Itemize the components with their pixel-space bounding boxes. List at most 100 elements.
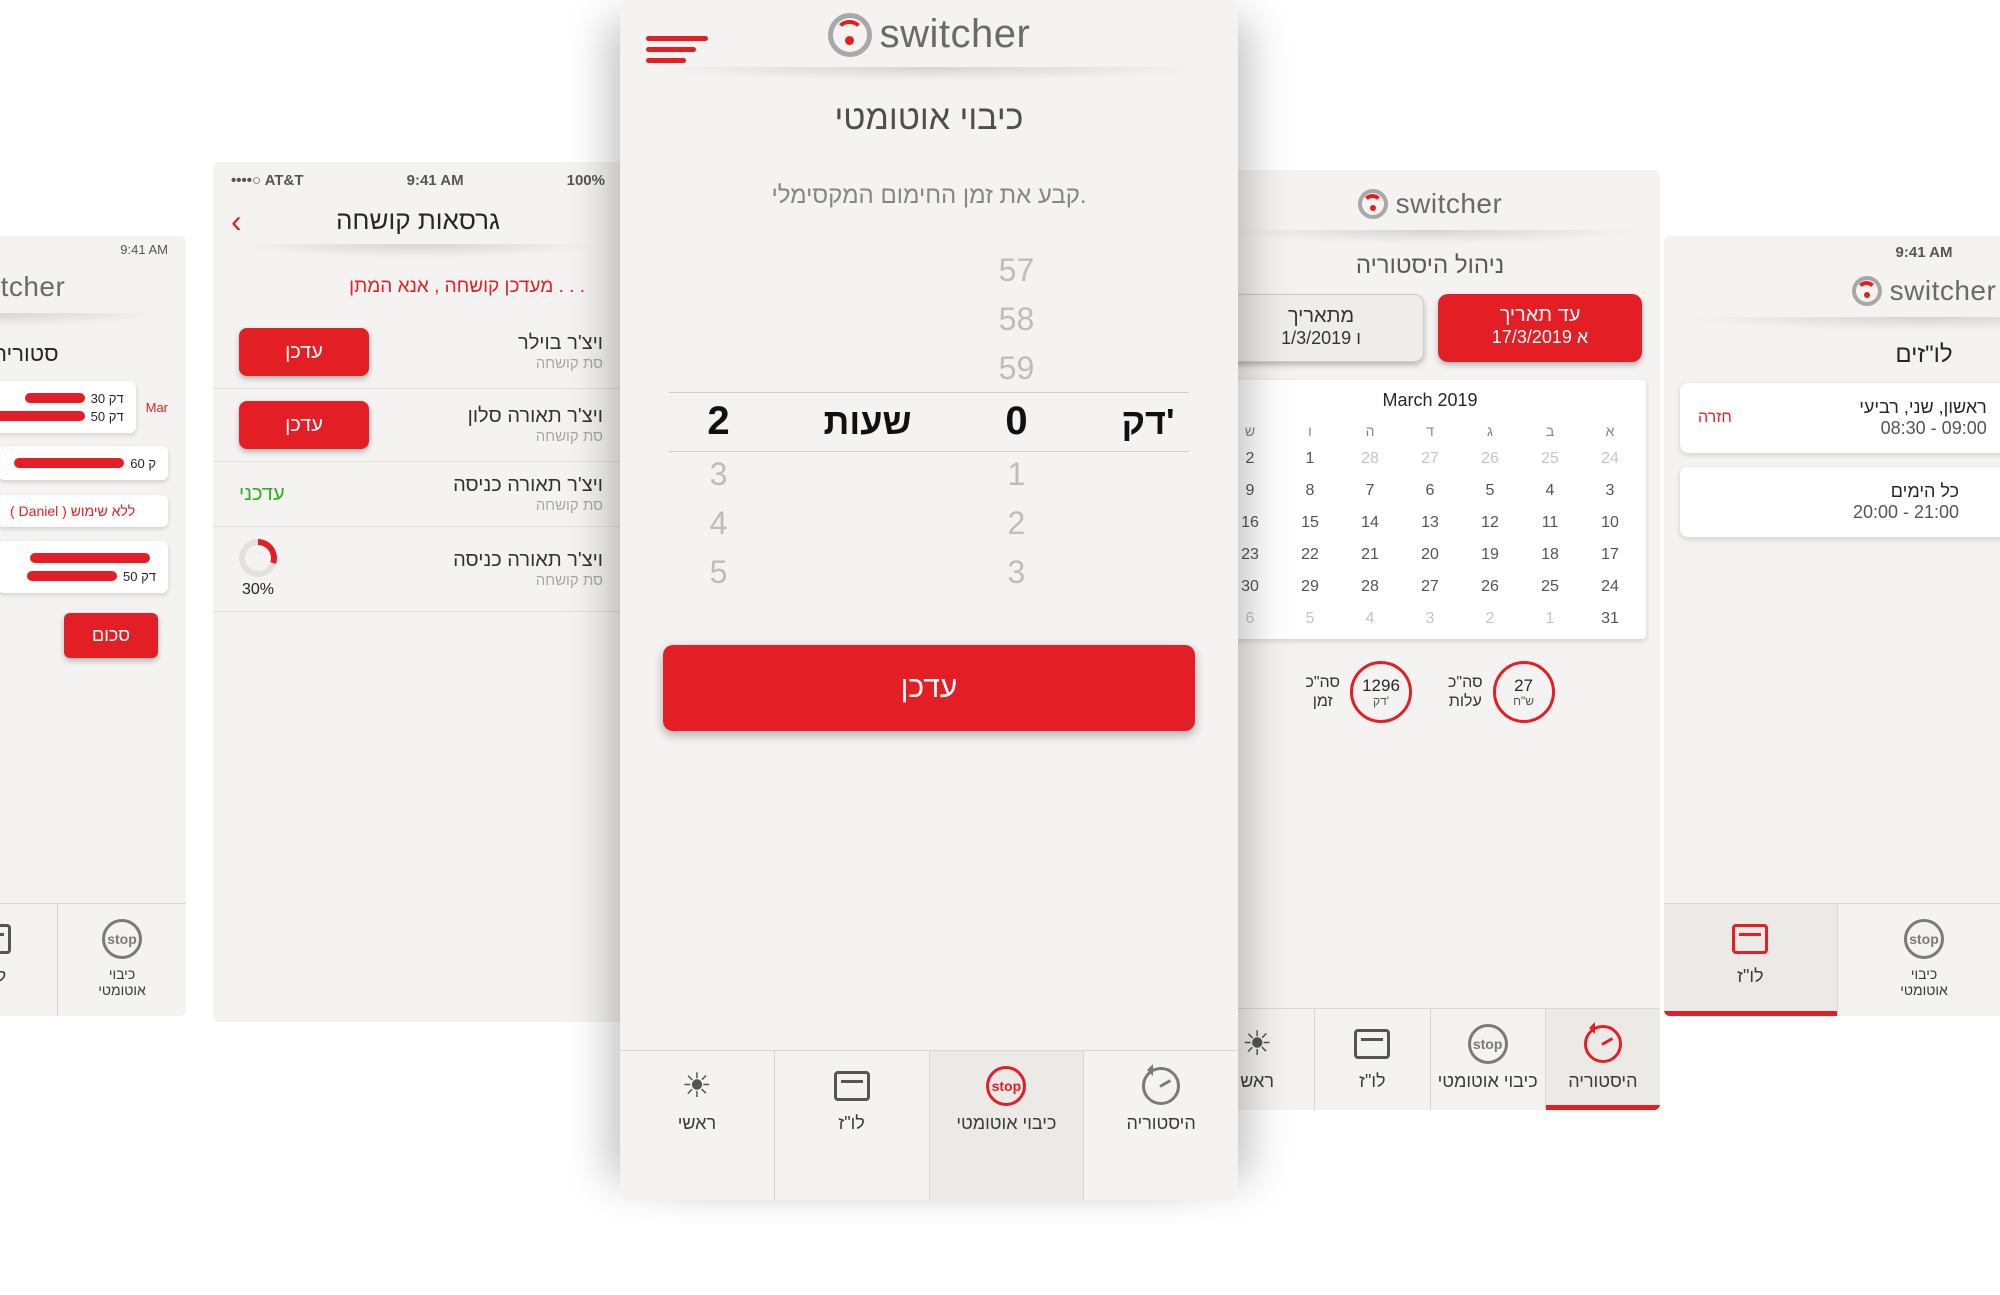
- date-range-selector: מתאריך ו 1/3/2019 עד תאריך א 17/3/2019: [1200, 294, 1660, 362]
- calendar-day[interactable]: 8: [1280, 475, 1340, 507]
- tab-schedule[interactable]: לו"ז: [1314, 1009, 1429, 1110]
- status-bar: AT&T 9:41 AM: [0, 236, 186, 259]
- calendar-day[interactable]: 15: [1280, 507, 1340, 539]
- calendar-day[interactable]: 27: [1400, 443, 1460, 475]
- divider-shadow: [1220, 230, 1640, 244]
- usage-card: דק 50: [0, 541, 168, 593]
- calendar-day[interactable]: 19: [1460, 539, 1520, 571]
- from-date-button[interactable]: מתאריך ו 1/3/2019: [1218, 294, 1424, 362]
- calendar-day[interactable]: 7: [1340, 475, 1400, 507]
- calendar-day[interactable]: 3: [1400, 603, 1460, 635]
- stop-icon: stop: [986, 1066, 1026, 1106]
- firmware-row: עדכן ויצ'ר תאורה סלון סת קושחה: [213, 389, 623, 462]
- summary-cost: סה"כעלות 27 ש"ח: [1448, 661, 1555, 723]
- divider-shadow: [640, 67, 1218, 81]
- calendar-day[interactable]: 28: [1340, 443, 1400, 475]
- calendar-day[interactable]: 5: [1460, 475, 1520, 507]
- phone-history-usage: AT&T 9:41 AM switcher סטורית שימוש 22/03…: [0, 236, 186, 1016]
- calendar-day[interactable]: 4: [1340, 603, 1400, 635]
- usage-card: ( Daniel ) ללא שימוש: [0, 495, 168, 527]
- calendar-day[interactable]: 27: [1400, 571, 1460, 603]
- sun-icon: [1242, 1024, 1272, 1064]
- update-button[interactable]: עדכן: [239, 401, 369, 449]
- hours-column[interactable]: 2345: [683, 246, 753, 597]
- calendar-day[interactable]: 18: [1520, 539, 1580, 571]
- calendar-day[interactable]: 12: [1460, 507, 1520, 539]
- tab-auto-off[interactable]: stop כיבוי אוטומטי: [57, 904, 186, 1016]
- tab-auto-off[interactable]: stop כיבוי אוטומטי: [1837, 904, 2000, 1016]
- summary-button[interactable]: סכום: [64, 613, 158, 658]
- history-row: 20/03 :00 am ( Daniel ) ללא שימוש: [0, 487, 186, 535]
- calendar-day[interactable]: 17: [1580, 539, 1640, 571]
- schedule-time: 08:30 - 09:00: [1859, 418, 1987, 439]
- tabbar: ראשי לו"ז stop כיבוי אוטומטי היסטוריה: [620, 1050, 1238, 1200]
- status-bar: ••••○ AT&T 9:41 AM 100%: [213, 162, 623, 193]
- phone-firmware-versions: ••••○ AT&T 9:41 AM 100% ‹ גרסאות קושחה מ…: [213, 162, 623, 1022]
- page-description: קבע את זמן החימום המקסימלי.: [620, 182, 1238, 210]
- calendar-day[interactable]: 4: [1520, 475, 1580, 507]
- calendar-day[interactable]: 29: [1280, 571, 1340, 603]
- calendar-icon: [834, 1071, 870, 1101]
- calendar-day[interactable]: 25: [1520, 443, 1580, 475]
- brand: switcher: [1200, 170, 1660, 230]
- stop-icon: stop: [1468, 1024, 1508, 1064]
- calendar-day[interactable]: 3: [1580, 475, 1640, 507]
- calendar-day[interactable]: 6: [1400, 475, 1460, 507]
- schedule-item[interactable]: כל הימים 20:00 - 21:00 ›: [1680, 467, 2000, 537]
- tab-auto-off[interactable]: stop כיבוי אוטומטי: [1430, 1009, 1545, 1110]
- tab-auto-off[interactable]: stop כיבוי אוטומטי: [929, 1051, 1084, 1200]
- tabbar: רא לו"ז stop כיבוי אוטומטי: [0, 903, 186, 1016]
- calendar-day[interactable]: 31: [1580, 603, 1640, 635]
- usage-card: ק 60: [0, 446, 168, 480]
- schedule-list: חזרה ראשון, שני, רביעי 08:30 - 09:00 › כ…: [1664, 383, 2000, 537]
- calendar-day[interactable]: 2: [1460, 603, 1520, 635]
- summary: סה"כזמן 1296 דק' סה"כעלות 27 ש"ח: [1200, 661, 1660, 723]
- calendar-day[interactable]: 10: [1580, 507, 1640, 539]
- tab-schedule[interactable]: לו"ז: [0, 904, 57, 1016]
- history-row: 19/03 :00 pm דק 50: [0, 535, 186, 599]
- tab-main[interactable]: ראשי: [620, 1051, 774, 1200]
- switcher-logo-icon: [828, 13, 872, 57]
- calendar-day[interactable]: 20: [1400, 539, 1460, 571]
- calendar-day[interactable]: 26: [1460, 443, 1520, 475]
- minutes-column[interactable]: 5758590123: [981, 246, 1051, 597]
- calendar-day[interactable]: 1: [1520, 603, 1580, 635]
- update-button[interactable]: עדכן: [663, 645, 1194, 731]
- brand: switcher: [620, 0, 1238, 67]
- brand-text: switcher: [1890, 275, 1997, 307]
- tab-history[interactable]: היסטוריה: [1545, 1009, 1660, 1110]
- calendar[interactable]: March 2019 אבגדהוש 242526272812345678910…: [1214, 380, 1646, 639]
- calendar-day[interactable]: 22: [1280, 539, 1340, 571]
- calendar-day[interactable]: 21: [1340, 539, 1400, 571]
- page-title: סטורית שימוש: [0, 333, 186, 375]
- calendar-day[interactable]: 28: [1340, 571, 1400, 603]
- back-button[interactable]: ‹: [231, 205, 242, 237]
- time-picker[interactable]: 2345 שעות 5758590123 דק': [620, 236, 1238, 607]
- calendar-day[interactable]: 24: [1580, 443, 1640, 475]
- tab-history[interactable]: היסטוריה: [1083, 1051, 1238, 1200]
- calendar-day[interactable]: 14: [1340, 507, 1400, 539]
- calendar-day[interactable]: 11: [1520, 507, 1580, 539]
- minutes-label: דק': [1121, 401, 1174, 443]
- calendar-day[interactable]: 26: [1460, 571, 1520, 603]
- tab-schedule[interactable]: לו"ז: [1664, 904, 1837, 1016]
- progress-icon: [239, 539, 277, 577]
- to-date-button[interactable]: עד תאריך א 17/3/2019: [1438, 294, 1642, 362]
- calendar-day[interactable]: 24: [1580, 571, 1640, 603]
- schedule-item[interactable]: חזרה ראשון, שני, רביעי 08:30 - 09:00 ›: [1680, 383, 2000, 453]
- schedule-days: ראשון, שני, רביעי: [1859, 397, 1987, 418]
- carrier: ••••○ AT&T: [231, 172, 304, 189]
- firmware-row: 30% ויצ'ר תאורה כניסה סת קושחה: [213, 527, 623, 612]
- calendar-day[interactable]: 5: [1280, 603, 1340, 635]
- summary-time: סה"כזמן 1296 דק': [1305, 661, 1412, 723]
- calendar-day[interactable]: 25: [1520, 571, 1580, 603]
- firmware-row: עדכן ויצ'ר בוילר סת קושחה: [213, 316, 623, 389]
- calendar-day[interactable]: 1: [1280, 443, 1340, 475]
- status-time: 9:41 AM: [407, 172, 464, 189]
- history-icon: [1142, 1067, 1180, 1105]
- switcher-logo-icon: [1358, 189, 1388, 219]
- sun-icon: [682, 1066, 712, 1106]
- calendar-day[interactable]: 13: [1400, 507, 1460, 539]
- update-button[interactable]: עדכן: [239, 328, 369, 376]
- tab-schedule[interactable]: לו"ז: [774, 1051, 929, 1200]
